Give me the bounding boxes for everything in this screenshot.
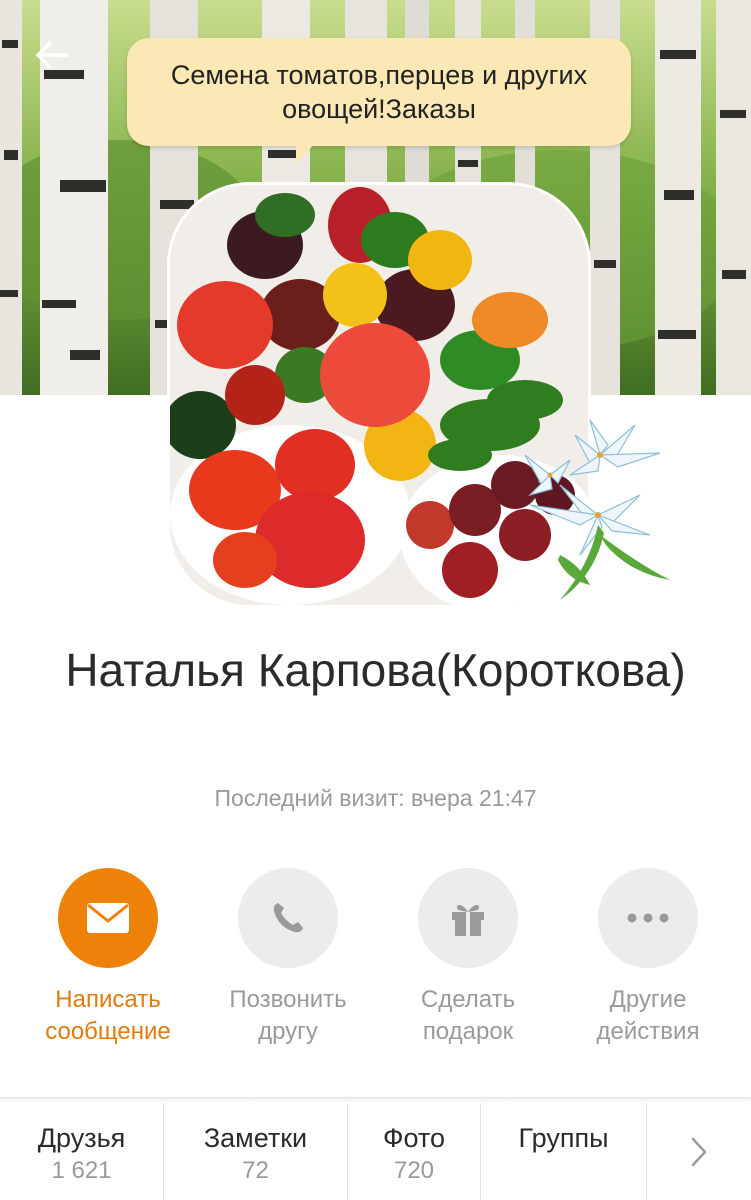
tab-notes-label: Заметки <box>203 1123 308 1153</box>
phone-icon <box>273 903 303 933</box>
make-gift-circle <box>418 868 518 968</box>
profile-tabs: Друзья 1 621 Заметки 72 Фото 720 Группы <box>0 1103 751 1200</box>
status-bubble[interactable]: Семена томатов,перцев и других овощей!За… <box>127 38 631 146</box>
arrow-left-icon <box>36 41 69 69</box>
tab-friends-label: Друзья <box>37 1123 126 1153</box>
write-message-button[interactable]: Написать сообщение <box>18 868 198 1048</box>
chevron-right-icon <box>691 1137 707 1166</box>
write-message-label: Написать сообщение <box>45 986 171 1045</box>
tab-photos[interactable]: Фото 720 <box>348 1103 481 1200</box>
profile-name: Наталья Карпова(Короткова) <box>65 644 686 696</box>
tab-groups[interactable]: Группы <box>481 1103 647 1200</box>
tab-groups-label: Группы <box>518 1123 609 1153</box>
make-gift-button[interactable]: Сделать подарок <box>378 868 558 1048</box>
tab-friends-count: 1 621 <box>51 1157 112 1184</box>
action-buttons: Написать сообщение Позвонить другу Сдела… <box>0 868 751 1058</box>
more-dots-icon <box>627 913 669 923</box>
write-message-circle <box>58 868 158 968</box>
status-bubble-tail <box>296 142 316 164</box>
call-friend-button[interactable]: Позвонить другу <box>198 868 378 1048</box>
tab-friends[interactable]: Друзья 1 621 <box>0 1103 164 1200</box>
call-friend-circle <box>238 868 338 968</box>
last-visit: Последний визит: вчера 21:47 <box>214 785 537 811</box>
lily-flower-decoration <box>524 419 670 600</box>
status-text: Семена томатов,перцев и других овощей!За… <box>170 60 588 124</box>
tab-notes[interactable]: Заметки 72 <box>164 1103 348 1200</box>
gift-icon <box>452 905 484 936</box>
other-actions-circle <box>598 868 698 968</box>
other-actions-label: Другие действия <box>596 986 700 1045</box>
tab-photos-count: 720 <box>393 1157 435 1184</box>
envelope-icon <box>87 903 129 933</box>
tab-photos-label: Фото <box>382 1123 446 1153</box>
back-button[interactable] <box>34 40 84 84</box>
tabs-next-button[interactable] <box>647 1103 751 1200</box>
make-gift-label: Сделать подарок <box>420 986 516 1045</box>
profile-page: Семена томатов,перцев и других овощей!За… <box>0 0 751 1200</box>
other-actions-button[interactable]: Другие действия <box>558 868 738 1048</box>
call-friend-label: Позвонить другу <box>229 986 347 1045</box>
tab-notes-count: 72 <box>242 1157 269 1184</box>
